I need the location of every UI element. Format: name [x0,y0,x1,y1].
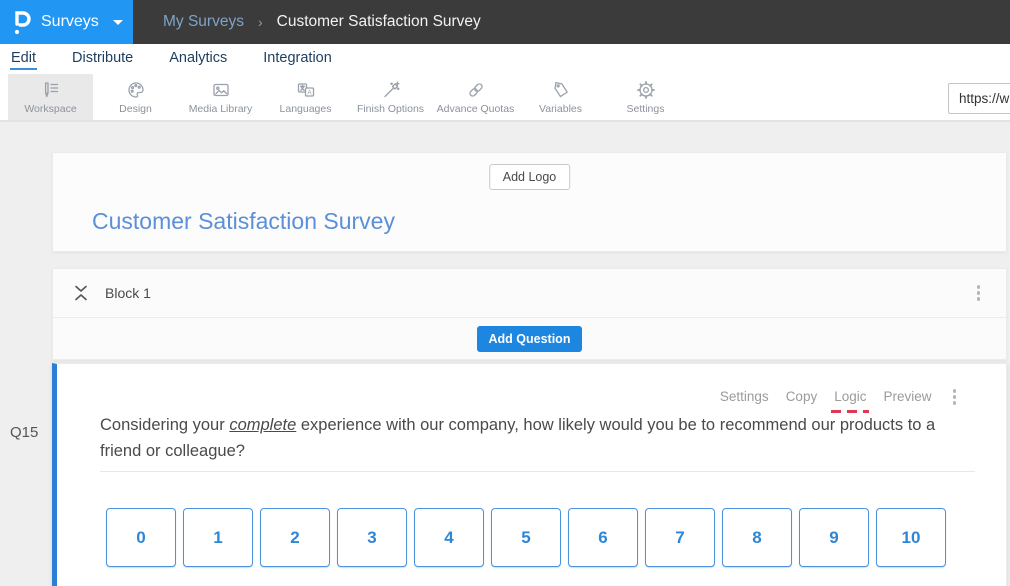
collapse-block-icon[interactable] [74,284,88,302]
toolbar-item-finish-options[interactable]: Finish Options [348,74,433,120]
question-divider [100,471,975,472]
nps-option[interactable]: 10 [876,508,946,567]
breadcrumb-my-surveys[interactable]: My Surveys [163,13,244,31]
toolbar-item-advance-quotas[interactable]: Advance Quotas [433,74,518,120]
tab-analytics[interactable]: Analytics [168,48,228,70]
survey-url-input[interactable] [948,83,1010,114]
question-actions: Settings Copy Logic Preview [720,385,960,409]
toolbar-item-label: Settings [627,103,665,115]
nps-option[interactable]: 5 [491,508,561,567]
survey-header-card: Add Logo Customer Satisfaction Survey [52,152,1007,252]
toolbar-item-media-library[interactable]: Media Library [178,74,263,120]
block-footer: Add Question [53,318,1006,360]
svg-text:A: A [307,89,312,96]
nps-option[interactable]: 4 [414,508,484,567]
question-menu-kebab-icon[interactable] [949,385,961,409]
toolbar-item-label: Media Library [189,103,253,115]
breadcrumb-current-survey: Customer Satisfaction Survey [277,13,481,31]
finish-options-wand-icon [381,80,401,100]
edit-toolbar: Workspace Design Media Library [0,74,1010,122]
question-settings-link[interactable]: Settings [720,389,769,404]
add-question-button[interactable]: Add Question [477,326,583,352]
workspace-icon [41,80,61,100]
top-header: Surveys My Surveys › Customer Satisfacti… [0,0,1010,44]
nps-option[interactable]: 1 [183,508,253,567]
surveys-menu[interactable]: Surveys [0,0,133,44]
surveys-menu-label: Surveys [41,13,99,31]
tab-integration[interactable]: Integration [262,48,333,70]
toolbar-item-label: Advance Quotas [437,103,515,115]
add-logo-button[interactable]: Add Logo [489,164,571,190]
survey-title[interactable]: Customer Satisfaction Survey [92,208,395,235]
nps-option[interactable]: 0 [106,508,176,567]
question-text-emphasis: complete [229,416,296,434]
question-logic-link[interactable]: Logic [834,389,866,404]
nps-option[interactable]: 2 [260,508,330,567]
breadcrumb-separator-icon: › [258,14,263,30]
toolbar-item-languages[interactable]: A Languages [263,74,348,120]
question-text-part: Considering your [100,416,229,434]
nps-option[interactable]: 9 [799,508,869,567]
nps-scale: 012345678910 [106,508,946,567]
nps-option[interactable]: 7 [645,508,715,567]
question-card: Settings Copy Logic Preview Considering … [52,363,1007,586]
main-nav-tabs: Edit Distribute Analytics Integration [0,44,1010,74]
question-id-label: Q15 [10,424,38,441]
toolbar-item-label: Workspace [24,103,76,115]
settings-gear-icon [636,80,656,100]
block-title[interactable]: Block 1 [105,285,151,301]
variables-tag-icon [551,80,571,100]
question-preview-link[interactable]: Preview [883,389,931,404]
toolbar-item-label: Finish Options [357,103,424,115]
block-card: Block 1 Add Question [52,268,1007,360]
breadcrumb: My Surveys › Customer Satisfaction Surve… [163,0,481,44]
block-header: Block 1 [53,269,1006,318]
toolbar-item-label: Languages [280,103,332,115]
toolbar-item-label: Variables [539,103,582,115]
chevron-down-icon [113,20,123,25]
block-menu-kebab-icon[interactable] [973,281,985,305]
media-library-icon [211,80,231,100]
tab-distribute[interactable]: Distribute [71,48,134,70]
nps-option[interactable]: 6 [568,508,638,567]
toolbar-item-design[interactable]: Design [93,74,178,120]
advance-quotas-chain-icon [466,80,486,100]
nps-option[interactable]: 8 [722,508,792,567]
languages-icon: A [296,80,316,100]
survey-editor-app: Surveys My Surveys › Customer Satisfacti… [0,0,1010,586]
tab-edit[interactable]: Edit [10,48,37,70]
toolbar-item-label: Design [119,103,152,115]
questionpro-logo-icon [13,9,32,36]
toolbar-item-workspace[interactable]: Workspace [8,74,93,120]
question-text[interactable]: Considering your complete experience wit… [100,412,980,464]
question-copy-link[interactable]: Copy [786,389,818,404]
toolbar-item-settings[interactable]: Settings [603,74,688,120]
toolbar-item-variables[interactable]: Variables [518,74,603,120]
nps-option[interactable]: 3 [337,508,407,567]
design-palette-icon [126,80,146,100]
